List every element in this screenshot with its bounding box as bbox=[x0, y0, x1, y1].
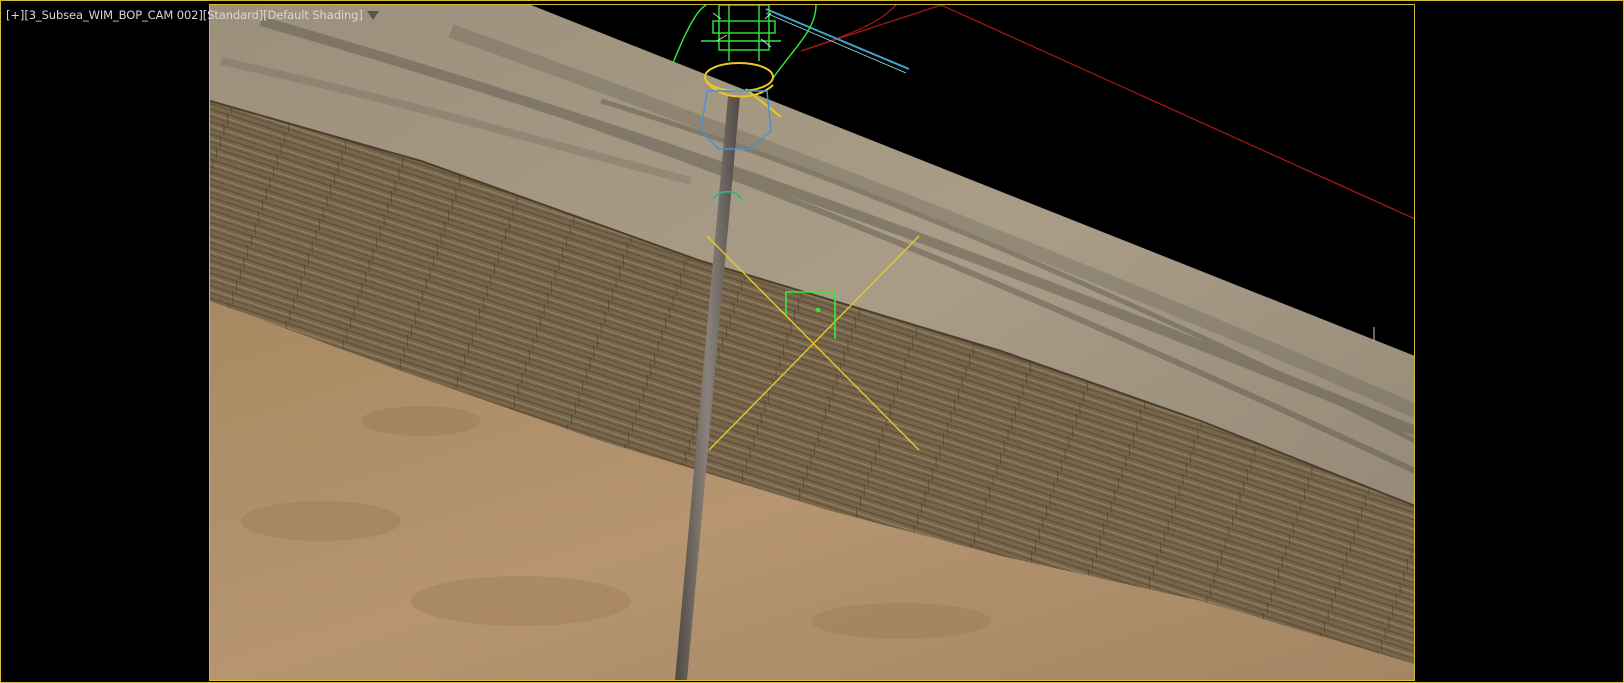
viewport-renderer-selector[interactable]: [Standard] bbox=[203, 8, 263, 22]
viewport-camera[interactable]: [+] [3_Subsea_WIM_BOP_CAM 002] [Standard… bbox=[0, 0, 1624, 683]
funnel-icon[interactable] bbox=[366, 10, 379, 20]
bop-wireframe bbox=[672, 5, 817, 82]
viewport-label: [+] [3_Subsea_WIM_BOP_CAM 002] [Standard… bbox=[6, 8, 379, 22]
viewport-shading-selector[interactable]: [Default Shading] bbox=[263, 8, 363, 22]
viewport-menu-button[interactable]: [+] bbox=[6, 8, 24, 22]
viewport-camera-selector[interactable]: [3_Subsea_WIM_BOP_CAM 002] bbox=[24, 8, 203, 22]
scene-3d[interactable] bbox=[1, 1, 1624, 683]
world-axis-x-ext bbox=[940, 5, 1414, 220]
